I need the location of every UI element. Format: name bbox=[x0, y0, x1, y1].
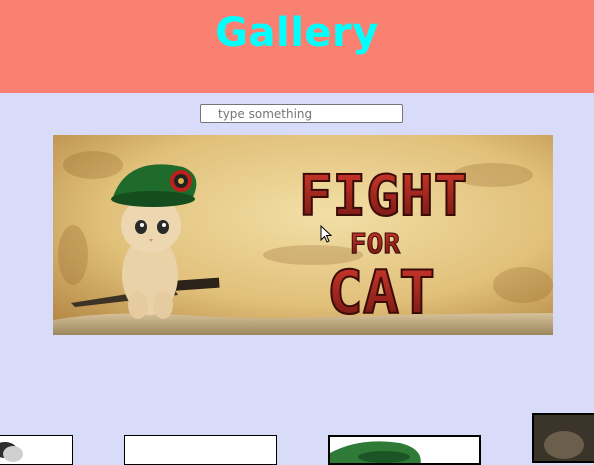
gallery-thumbnail[interactable] bbox=[124, 435, 277, 465]
gallery-main-image[interactable]: FIGHT FOR CAT bbox=[53, 135, 553, 335]
gallery-thumbnail[interactable] bbox=[328, 435, 481, 465]
page-title: Gallery bbox=[215, 10, 379, 56]
banner-title-fight: FIGHT bbox=[299, 164, 468, 229]
gallery-thumbnail[interactable] bbox=[0, 435, 73, 465]
mouse-cursor-icon bbox=[320, 225, 333, 243]
banner-title-cat: CAT bbox=[327, 258, 435, 328]
gallery-thumbnail[interactable] bbox=[532, 413, 594, 463]
banner-title-for: FOR bbox=[350, 227, 401, 260]
search-input[interactable] bbox=[200, 104, 403, 123]
page-header: Gallery bbox=[0, 0, 594, 93]
